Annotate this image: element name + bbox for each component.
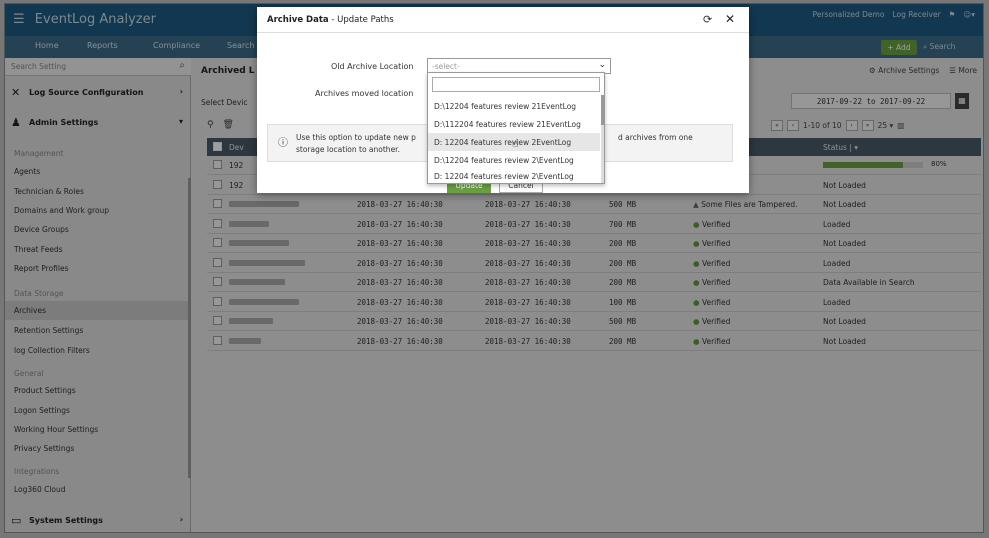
dropdown-option[interactable]: D:\112204 features review 21EventLog <box>428 115 600 133</box>
info-icon: ⓘ <box>278 138 288 149</box>
dropdown-option[interactable]: D:\12204 features review 21EventLog <box>428 97 600 115</box>
dropdown-scrollbar[interactable] <box>601 95 604 183</box>
modal-header: Archive Data - Update Paths ⟳ ✕ <box>257 7 749 33</box>
modal-title: Archive Data - Update Paths <box>267 15 394 25</box>
dropdown-scroll-thumb[interactable] <box>601 95 604 125</box>
old-location-value: -select- <box>432 62 460 71</box>
modal-title-rest: - Update Paths <box>328 15 394 25</box>
modal-title-bold: Archive Data <box>267 15 329 25</box>
refresh-icon[interactable]: ⟳ <box>703 13 712 26</box>
old-location-label: Old Archive Location <box>331 62 414 71</box>
location-dropdown: D:\12204 features review 21EventLog D:\1… <box>427 72 605 184</box>
chevron-down-icon: ⌄ <box>598 60 606 70</box>
moved-location-label: Archives moved location <box>315 89 414 98</box>
dropdown-option[interactable]: D: 12204 features review 2\EventLog <box>428 167 600 185</box>
hand-cursor-icon: ☝ <box>512 137 519 150</box>
close-icon[interactable]: ✕ <box>725 12 735 26</box>
info-text-2: storage location to another. <box>296 145 400 154</box>
app-window: ☰ EventLog Analyzer Personalized Demo Lo… <box>4 3 984 533</box>
info-text-3: d archives from one <box>618 133 693 142</box>
dropdown-search-input[interactable] <box>432 77 600 92</box>
